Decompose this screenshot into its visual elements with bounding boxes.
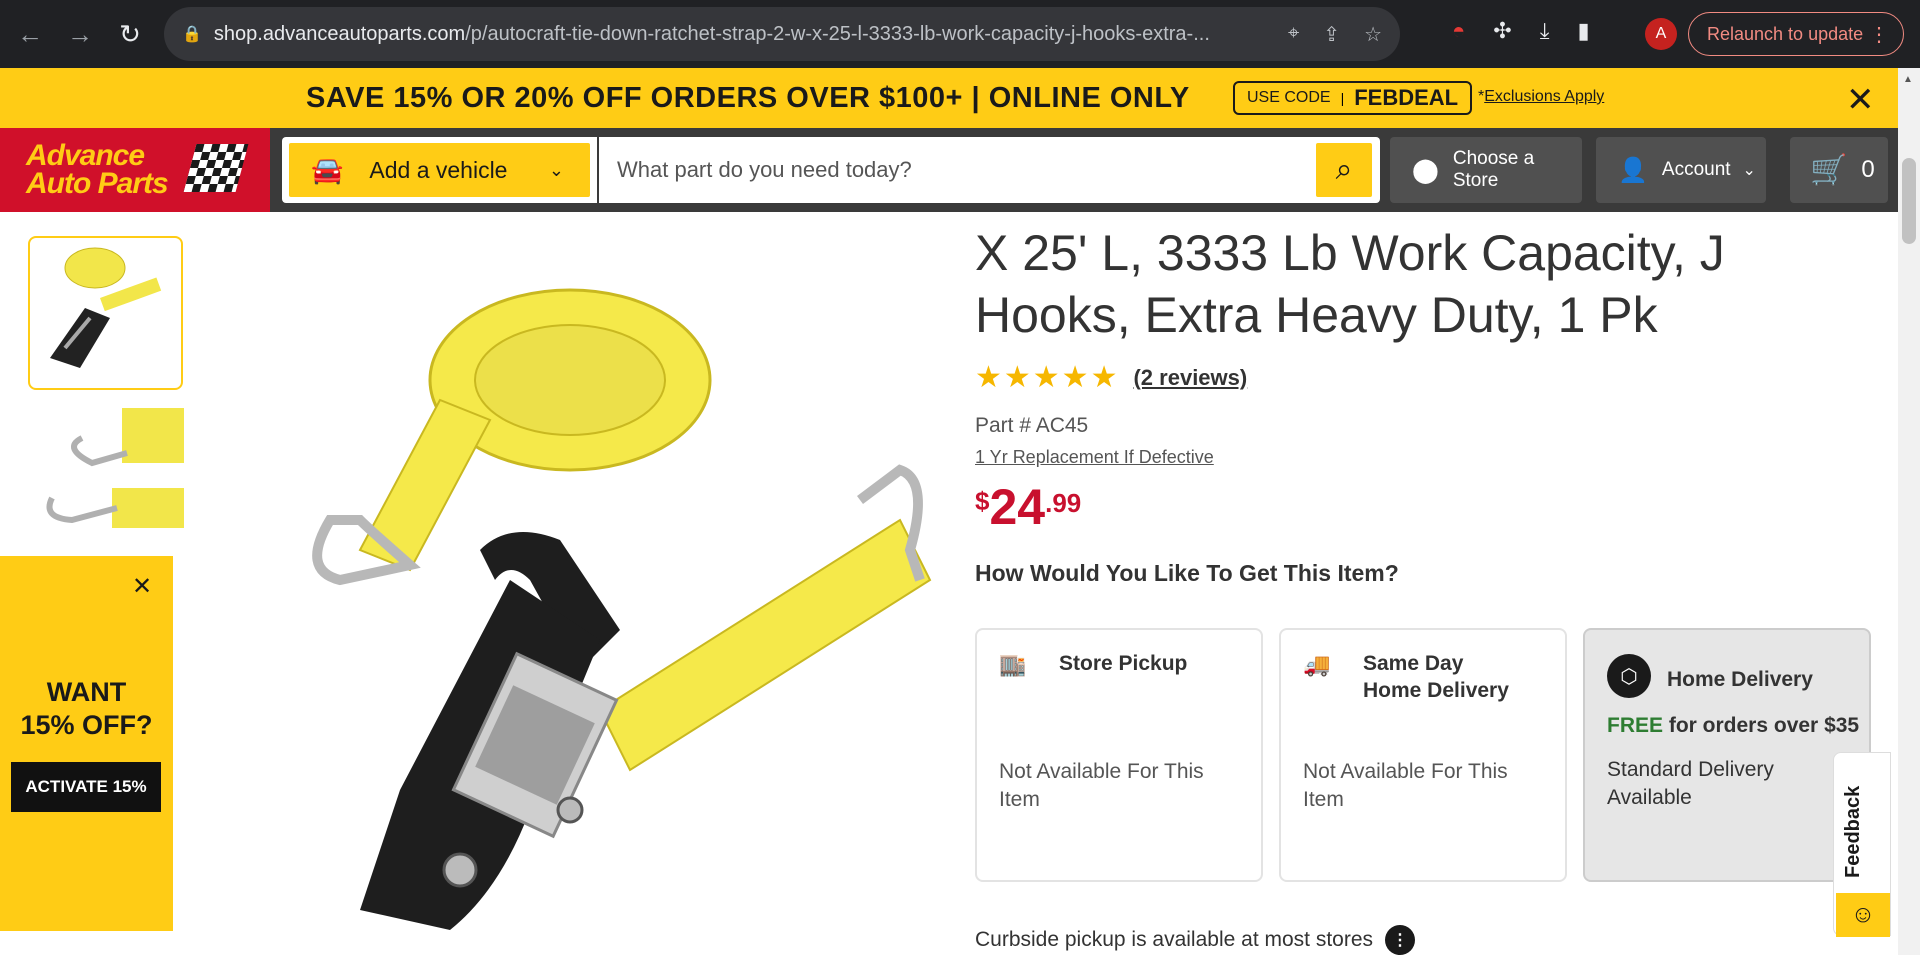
exclusions: *Exclusions Apply (1478, 88, 1604, 106)
popup-headline: WANT 15% OFF? (0, 676, 173, 742)
promo-code-box: USE CODE | FEBDEAL (1233, 81, 1473, 115)
reviews-link[interactable]: (2 reviews) (1133, 365, 1247, 391)
extensions-puzzle-icon[interactable]: ✣ (1493, 18, 1511, 44)
more-menu-icon[interactable]: ⋮ (1869, 22, 1889, 47)
cart-count: 0 (1861, 156, 1875, 183)
search-bar: 🚘 Add a vehicle ⌄ ⌕ (282, 137, 1380, 203)
headline-line-1: WANT (46, 677, 127, 707)
exclusions-link[interactable]: Exclusions Apply (1484, 88, 1604, 105)
curbside-text: Curbside pickup is available at most sto… (975, 928, 1374, 951)
discount-popup: ✕ WANT 15% OFF? ACTIVATE 15% (0, 556, 173, 931)
site-header: Advance Auto Parts 🚘 Add a vehicle ⌄ ⌕ ⬤… (0, 128, 1898, 212)
free-rest: for orders over $35 (1663, 714, 1860, 737)
store-pickup-title: Store Pickup (1059, 652, 1188, 675)
code-separator: | (1340, 90, 1345, 106)
package-icon: ⬡ (1607, 654, 1651, 698)
feedback-icon: ☺ (1836, 893, 1890, 937)
store-pickup-status: Not Available For This Item (999, 760, 1204, 811)
same-day-title-line-1: Same Day (1363, 652, 1464, 675)
same-day-delivery-icon: 🚚 (1303, 652, 1331, 677)
store-pickup-icon: 🏬 (999, 652, 1027, 677)
account-label: Account (1661, 159, 1731, 180)
account-button[interactable]: 👤 Account ⌄ (1596, 137, 1766, 203)
chevron-down-icon: ⌄ (548, 159, 564, 180)
promo-banner: SAVE 15% OR 20% OFF ORDERS OVER $100+ | … (0, 68, 1898, 128)
reload-icon[interactable]: ↻ (110, 14, 150, 54)
fulfillment-heading: How Would You Like To Get This Item? (975, 560, 1399, 586)
location-blocked-icon[interactable]: ⌖ (1288, 22, 1299, 47)
address-bar[interactable]: 🔒 shop.advanceautoparts.com/p/autocraft-… (164, 7, 1400, 61)
browser-toolbar: ← → ↻ 🔒 shop.advanceautoparts.com/p/auto… (0, 0, 1920, 68)
forward-icon[interactable]: → (60, 14, 100, 54)
home-delivery-title: Home Delivery (1667, 668, 1813, 691)
free-word: FREE (1607, 714, 1664, 737)
product-price: $24.99 (975, 478, 1081, 536)
choose-store-button[interactable]: ⬤ Choose a Store (1390, 137, 1582, 203)
thumbnail-2[interactable] (42, 408, 184, 528)
price-dollars: 24 (989, 479, 1046, 535)
same-day-title: Same Day Home Delivery (1363, 650, 1509, 704)
promo-message: SAVE 15% OR 20% OFF ORDERS OVER $100+ | … (306, 82, 1190, 114)
profile-avatar[interactable]: A (1645, 18, 1677, 50)
scrollbar-thumb[interactable] (1902, 158, 1916, 244)
close-popup-icon[interactable]: ✕ (132, 572, 152, 601)
chevron-down-icon: ⌄ (1742, 162, 1756, 179)
store-label: Choose a Store (1452, 148, 1535, 191)
store-pickup-card[interactable]: 🏬 Store Pickup Not Available For This It… (975, 628, 1263, 882)
relaunch-label: Relaunch to update (1707, 23, 1864, 44)
warranty-link[interactable]: 1 Yr Replacement If Defective (975, 447, 1214, 468)
cart-button[interactable]: 🛒 0 (1790, 137, 1888, 203)
extension-pokeball-icon[interactable]: ◓ (1452, 18, 1465, 44)
curbside-note: Curbside pickup is available at most sto… (975, 925, 1416, 955)
search-icon: ⌕ (1335, 153, 1353, 186)
cart-icon: 🛒 (1810, 153, 1848, 187)
url-text[interactable]: shop.advanceautoparts.com/p/autocraft-ti… (214, 23, 1284, 46)
search-button[interactable]: ⌕ (1316, 143, 1372, 197)
share-icon[interactable]: ⇪ (1323, 22, 1340, 47)
product-main-image[interactable] (300, 250, 940, 940)
feedback-tab[interactable]: Feedback ☺ (1833, 752, 1891, 937)
home-delivery-card[interactable]: ⬡ Home Delivery FREE for orders over $35… (1583, 628, 1871, 882)
page-scrollbar[interactable]: ▲ (1898, 68, 1920, 955)
same-day-title-line-2: Home Delivery (1363, 679, 1509, 702)
side-panel-icon[interactable]: ▮ (1577, 18, 1589, 44)
relaunch-button[interactable]: Relaunch to update ⋮ (1688, 12, 1904, 56)
user-icon: 👤 (1618, 156, 1648, 184)
back-icon[interactable]: ← (10, 14, 50, 54)
feedback-label: Feedback (1842, 785, 1864, 878)
product-title: X 25' L, 3333 Lb Work Capacity, J Hooks,… (975, 225, 1725, 343)
add-vehicle-button[interactable]: 🚘 Add a vehicle ⌄ (289, 143, 590, 197)
search-input[interactable] (617, 151, 1317, 189)
bookmark-star-icon[interactable]: ☆ (1364, 22, 1382, 47)
status-line-2: Available (1607, 786, 1692, 809)
part-number: Part # AC45 (975, 414, 1089, 437)
activate-discount-button[interactable]: ACTIVATE 15% (11, 762, 161, 812)
same-day-delivery-card[interactable]: 🚚 Same Day Home Delivery Not Available F… (1279, 628, 1567, 882)
car-icon: 🚘 (311, 154, 344, 185)
add-vehicle-label: Add a vehicle (369, 156, 508, 183)
scroll-up-icon[interactable]: ▲ (1903, 74, 1913, 85)
free-shipping-note: FREE for orders over $35 (1607, 714, 1859, 738)
rating-stars: ★★★★★ (975, 361, 1120, 394)
title-overflow (975, 212, 1875, 222)
location-pin-icon: ⬤ (1412, 156, 1439, 184)
price-cents: .99 (1045, 488, 1082, 518)
same-day-status: Not Available For This Item (1303, 760, 1508, 811)
divider (597, 137, 599, 203)
promo-code: FEBDEAL (1354, 85, 1459, 110)
product-rating: ★★★★★ (2 reviews) (975, 360, 1247, 395)
info-icon[interactable]: ⋮ (1385, 925, 1416, 955)
download-icon[interactable]: ⤓ (1540, 18, 1550, 44)
close-promo-icon[interactable]: ✕ (1846, 80, 1875, 120)
thumbnail-1[interactable] (28, 236, 183, 390)
price-currency: $ (975, 486, 990, 516)
headline-line-2: 15% OFF? (20, 710, 153, 740)
status-line-1: Standard Delivery (1607, 758, 1774, 781)
home-delivery-status: Standard Delivery Available (1607, 756, 1774, 812)
code-label: USE CODE (1247, 89, 1331, 106)
lock-icon: 🔒 (182, 26, 202, 43)
brand-logo[interactable]: Advance Auto Parts (0, 128, 270, 212)
